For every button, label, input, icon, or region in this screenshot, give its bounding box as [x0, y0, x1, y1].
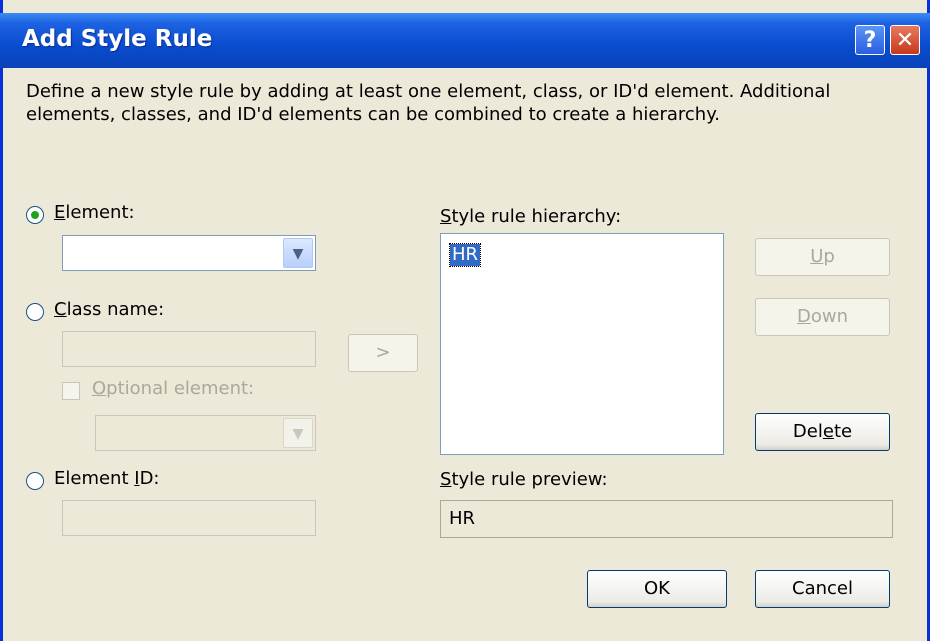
help-button[interactable]: ?	[855, 25, 885, 55]
optional-element-label: Optional element:	[92, 378, 255, 399]
up-button[interactable]: Up	[755, 238, 890, 276]
element-label: Element:	[54, 202, 135, 223]
ok-button[interactable]: OK	[587, 570, 727, 608]
instructions-line-1: Define a new style rule by adding at lea…	[26, 81, 831, 102]
dialog-title: Add Style Rule	[22, 26, 213, 52]
element-id-radio[interactable]	[26, 472, 44, 490]
style-rule-preview: HR	[440, 500, 893, 538]
list-item[interactable]: HR	[448, 243, 482, 267]
class-name-radio[interactable]	[26, 303, 44, 321]
cancel-button[interactable]: Cancel	[755, 570, 890, 608]
class-name-input[interactable]	[62, 331, 316, 367]
radio-selected-dot	[31, 211, 39, 219]
style-rule-hierarchy-label: Style rule hierarchy:	[440, 206, 622, 227]
element-id-label: Element ID:	[54, 468, 160, 489]
close-button[interactable]: ✕	[890, 25, 920, 55]
style-rule-preview-label: Style rule preview:	[440, 469, 608, 490]
element-combobox[interactable]: ▼	[62, 235, 316, 271]
element-radio[interactable]	[26, 206, 44, 224]
optional-element-combobox[interactable]: ▼	[95, 415, 316, 451]
chevron-down-icon[interactable]: ▼	[283, 238, 313, 268]
style-rule-hierarchy-list[interactable]: HR	[440, 233, 724, 455]
optional-element-checkbox[interactable]	[62, 382, 80, 400]
instructions-text: Define a new style rule by adding at lea…	[26, 80, 886, 126]
add-to-hierarchy-button[interactable]: >	[348, 334, 418, 372]
delete-button[interactable]: Delete	[755, 413, 890, 451]
element-id-input[interactable]	[62, 500, 316, 536]
chevron-down-icon[interactable]: ▼	[283, 418, 313, 448]
instructions-line-2: elements, classes, and ID'd elements can…	[26, 104, 721, 125]
down-button[interactable]: Down	[755, 298, 890, 336]
class-name-label: Class name:	[54, 299, 165, 320]
